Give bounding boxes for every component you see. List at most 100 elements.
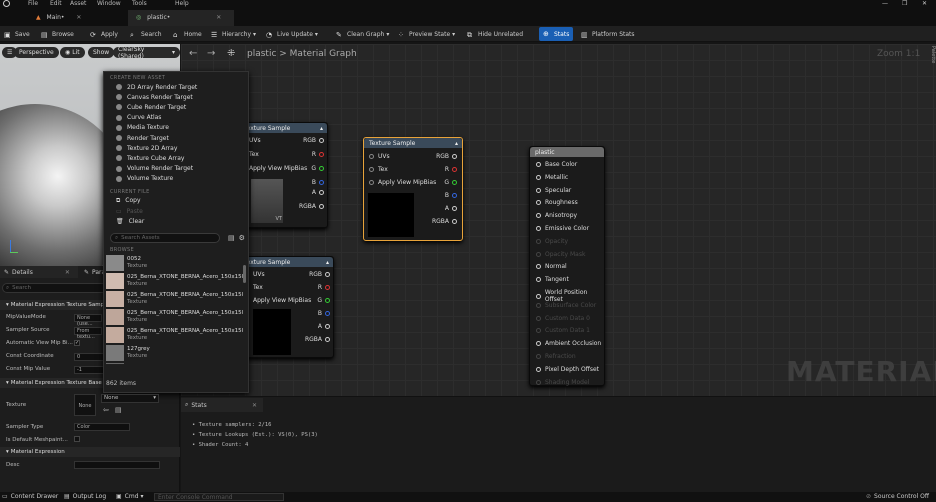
node-header[interactable]: Texture Sample ▴: [239, 123, 327, 133]
asset-list-item[interactable]: 025_Berna_XTONE_BERNA_Acero_150x15l Textu…: [104, 272, 248, 290]
pin-circle[interactable]: [536, 293, 541, 299]
lit-button[interactable]: ◉ Lit: [60, 47, 85, 58]
copy-menu-item[interactable]: ⧉ Copy: [104, 196, 248, 206]
create-asset-item[interactable]: Volume Render Target: [104, 164, 248, 174]
asset-list-item[interactable]: 025_Berna_XTONE_BERNA_Acero_150x15l Textu…: [104, 290, 248, 308]
material-input-pin[interactable]: Anisotropy: [536, 212, 577, 219]
input-pin-mipbias[interactable]: Apply View MipBias: [253, 297, 311, 304]
preview-state-button[interactable]: ⁘ Preview State ▾: [398, 29, 455, 40]
node-header[interactable]: Texture Sample ▴: [364, 138, 462, 148]
material-input-pin[interactable]: Pixel Depth Offset: [536, 366, 599, 373]
pin-circle[interactable]: [536, 213, 541, 219]
input-pin-tex[interactable]: Tex: [249, 151, 259, 158]
stats-button[interactable]: ⊕ Stats: [539, 27, 574, 41]
output-pin-r[interactable]: R: [318, 284, 330, 291]
pin-circle[interactable]: [319, 180, 324, 185]
material-input-pin[interactable]: Refraction: [536, 353, 576, 360]
source-control-button[interactable]: ⊘ Source Control Off: [866, 493, 929, 500]
clear-menu-item[interactable]: 🗑 Clear: [104, 216, 248, 226]
output-pin-g[interactable]: G: [311, 165, 324, 172]
create-asset-item[interactable]: Canvas Render Target: [104, 92, 248, 102]
create-asset-item[interactable]: Volume Texture: [104, 174, 248, 184]
asset-list-item[interactable]: 0052 Texture: [104, 254, 248, 272]
const-coordinate-input[interactable]: 0: [74, 353, 104, 361]
browse-button[interactable]: ▤ Browse: [41, 29, 74, 40]
pin-circle[interactable]: [319, 190, 324, 195]
tab-details[interactable]: ✎ Details ✕: [0, 266, 78, 278]
material-input-pin[interactable]: Subsurface Color: [536, 302, 596, 309]
output-pin-r[interactable]: R: [312, 151, 324, 158]
content-drawer-button[interactable]: ▭ Content Drawer: [2, 493, 58, 500]
close-tab-icon[interactable]: ✕: [65, 269, 70, 276]
pin-circle[interactable]: [536, 251, 541, 257]
output-pin-a[interactable]: A: [445, 205, 457, 212]
pin-circle[interactable]: [452, 154, 457, 159]
pin-circle[interactable]: [325, 311, 330, 316]
perspective-button[interactable]: Perspective: [14, 47, 59, 58]
pin-circle[interactable]: [536, 162, 541, 167]
pin-circle[interactable]: [452, 167, 457, 172]
pin-circle[interactable]: [369, 154, 374, 159]
sampler-source-dropdown[interactable]: From textu...: [74, 327, 102, 340]
asset-list-scrollbar[interactable]: [243, 265, 246, 283]
material-input-pin[interactable]: Opacity: [536, 238, 568, 245]
asset-list-item[interactable]: 14_10053.004_1_2_Tex: [104, 362, 248, 365]
output-pin-rgba[interactable]: RGBA: [432, 218, 457, 225]
texture-sample-node-3[interactable]: Texture Sample ▴ UVs Tex Apply View MipBi…: [238, 256, 334, 358]
platform-stats-button[interactable]: ▥ Platform Stats: [581, 29, 635, 40]
default-meshpaint-checkbox[interactable]: [74, 436, 80, 442]
pin-circle[interactable]: [536, 187, 541, 193]
pin-circle[interactable]: [452, 206, 457, 211]
material-input-pin[interactable]: Specular: [536, 187, 571, 194]
menu-tools[interactable]: Tools: [132, 0, 147, 7]
hierarchy-button[interactable]: ☰ Hierarchy ▾: [211, 29, 256, 40]
output-pin-g[interactable]: G: [317, 297, 330, 304]
pin-circle[interactable]: [319, 204, 324, 209]
pin-circle[interactable]: [536, 341, 541, 347]
collapse-icon[interactable]: ▴: [455, 140, 458, 147]
output-pin-b[interactable]: B: [445, 192, 457, 199]
input-pin-mipbias[interactable]: Apply View MipBias: [369, 179, 436, 186]
desc-input[interactable]: [74, 461, 160, 469]
pin-circle[interactable]: [325, 285, 330, 290]
output-pin-a[interactable]: A: [318, 323, 330, 330]
pin-circle[interactable]: [536, 328, 541, 334]
search-button[interactable]: ⌕ Search: [130, 29, 162, 40]
material-input-pin[interactable]: Normal: [536, 263, 567, 270]
menu-window[interactable]: Window: [97, 0, 121, 7]
output-pin-b[interactable]: B: [312, 179, 324, 186]
hide-unrelated-button[interactable]: ⧉ Hide Unrelated: [467, 29, 523, 40]
asset-list-item[interactable]: 025_Berna_XTONE_BERNA_Acero_150x15l Textu…: [104, 326, 248, 344]
collapse-icon[interactable]: ▴: [326, 259, 329, 266]
material-input-pin[interactable]: Base Color: [536, 161, 577, 168]
output-pin-a[interactable]: A: [312, 189, 324, 196]
mip-value-mode-dropdown[interactable]: None (use...: [74, 314, 102, 327]
create-asset-item[interactable]: Texture Cube Array: [104, 153, 248, 163]
minimize-icon[interactable]: —: [882, 0, 888, 7]
show-button[interactable]: Show: [88, 47, 115, 58]
palette-side-tab[interactable]: Palette: [924, 46, 936, 106]
output-pin-g[interactable]: G: [444, 179, 457, 186]
folder-icon[interactable]: ▤: [228, 234, 235, 242]
input-pin-uvs[interactable]: UVs: [249, 137, 261, 144]
material-result-node[interactable]: plastic Base Color Metallic Specular Roughn…: [529, 146, 605, 386]
material-input-pin[interactable]: Metallic: [536, 174, 568, 181]
home-button[interactable]: ⌂ Home: [173, 29, 202, 40]
pin-circle[interactable]: [536, 302, 541, 308]
live-update-button[interactable]: ◔ Live Update ▾: [266, 29, 318, 40]
pin-circle[interactable]: [536, 277, 541, 283]
collapse-icon[interactable]: ▴: [320, 125, 323, 132]
create-asset-item[interactable]: Curve Atlas: [104, 113, 248, 123]
browse-asset-icon[interactable]: ▤: [115, 406, 122, 414]
output-pin-rgb[interactable]: RGB: [303, 137, 324, 144]
texture-sample-node-1[interactable]: Texture Sample ▴ UVs Tex Apply View MipBi…: [238, 122, 328, 228]
console-command-input[interactable]: Enter Console Command: [154, 493, 284, 501]
back-arrow-icon[interactable]: ←: [189, 48, 197, 59]
create-asset-item[interactable]: Texture 2D Array: [104, 143, 248, 153]
none-dropdown[interactable]: None ▾: [101, 394, 159, 403]
menu-file[interactable]: File: [28, 0, 38, 7]
pin-circle[interactable]: [536, 174, 541, 180]
const-mip-value-input[interactable]: -1: [74, 366, 104, 374]
close-icon[interactable]: ✕: [922, 0, 927, 7]
material-input-pin[interactable]: Custom Data 1: [536, 327, 590, 334]
